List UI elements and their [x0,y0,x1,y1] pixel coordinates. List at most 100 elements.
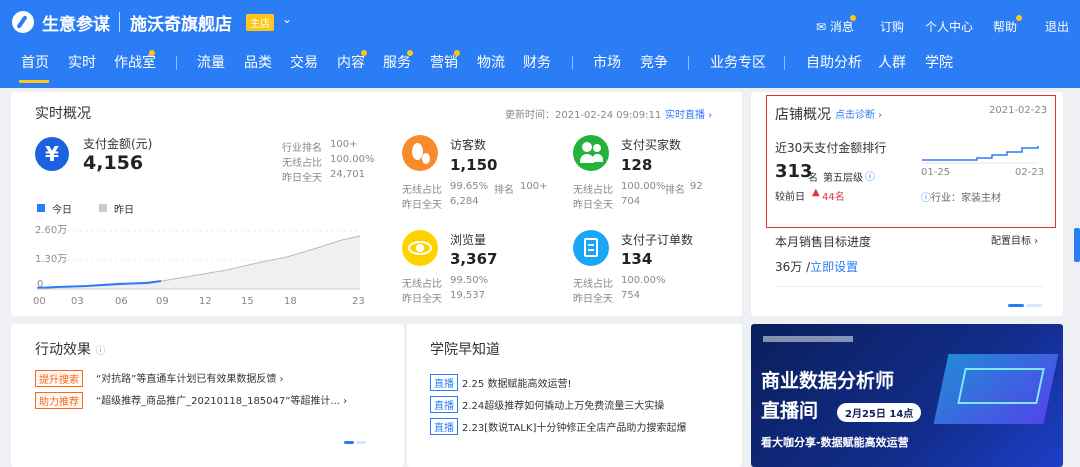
x-tick: 23 [352,296,365,307]
yuan-icon: ¥ [35,137,69,171]
active-tab-indicator [19,80,49,83]
config-target-link[interactable]: 配置目标 › [991,232,1038,247]
action-tag: 助力推荐 [35,392,83,409]
carousel-dot[interactable] [356,441,366,444]
action-tag: 提升搜索 [35,370,83,387]
yesterday-area [37,236,360,289]
x-tick: 06 [115,296,128,307]
industry-rank-label: 行业排名 [282,143,322,154]
x-tick: 09 [156,296,169,307]
academy-item[interactable]: 2.23[数说TALK]十分钟修正全店产品助力搜索起爆 [462,419,686,434]
nav-academy[interactable]: 学院 [925,52,953,72]
nav-finance[interactable]: 财务 [523,52,551,72]
yesterday-label: 昨日全天 [402,200,442,211]
wireless-value: 99.50% [450,275,489,286]
live-link[interactable]: 实时直播 › [665,106,712,121]
divider [775,286,1043,287]
chart-end: 02-23 [1015,167,1045,178]
nav-divider [784,56,785,70]
realtime-title: 实时概况 [35,106,91,122]
nav-trade[interactable]: 交易 [290,52,318,72]
x-tick: 00 [33,296,46,307]
banner-footer: 看大咖分享-数据赋能高效运营 [761,436,909,449]
pay-amount-label: 支付金额(元) [83,137,153,151]
nav-category[interactable]: 品类 [244,52,272,72]
compare-value: 44名 [822,192,845,203]
metric-label: 支付买家数 [621,138,682,152]
user-center-link[interactable]: 个人中心 [925,18,973,35]
metric-label: 浏览量 [450,233,487,247]
compare-label: 较前日 [775,192,805,203]
banner-subheadline: 直播间 [761,400,819,422]
pay-amount-value: 4,156 [83,152,144,174]
x-tick: 18 [284,296,297,307]
nav-market[interactable]: 市场 [593,52,621,72]
academy-item[interactable]: 2.24超级推荐如何撬动上万免费流量三大实操 [462,397,664,412]
nav-self-analysis[interactable]: 自助分析 [806,52,862,72]
rank-label: 排名 [665,185,685,196]
legend-today-swatch [37,204,45,212]
banner-headline: 商业数据分析师 [761,370,895,392]
action-item-text: “对抗路”等直通车计划已有效果数据反馈 [96,374,277,385]
help-icon[interactable]: ⓘ [95,346,105,357]
rank-value: 313 [775,161,813,182]
metric-value: 1,150 [450,156,498,174]
live-tag: 直播 [430,374,458,391]
carousel-dot-active[interactable] [1008,304,1024,307]
notification-dot [361,50,367,56]
yesterday-label: 昨日全天 [402,294,442,305]
notification-dot [149,50,155,56]
yesterday-label: 昨日全天 [573,294,613,305]
order-link[interactable]: 订购 [880,18,904,35]
promo-banner[interactable]: 商业数据分析师 直播间 2月25日 14点 看大咖分享-数据赋能高效运营 [751,324,1063,467]
nav-logistics[interactable]: 物流 [477,52,505,72]
carousel-dot-active[interactable] [344,441,354,444]
wireless-value: 100.00% [621,275,666,286]
shop-name[interactable]: 施沃奇旗舰店 [130,10,232,35]
nav-crowd[interactable]: 人群 [878,52,906,72]
notification-dot [1016,15,1022,21]
metric-label: 支付子订单数 [621,233,694,247]
action-item[interactable]: “超级推荐_商品推广_20210118_185047”等超推计... › [96,392,347,407]
set-target-link[interactable]: 立即设置 [810,260,858,274]
x-tick: 15 [241,296,254,307]
logout-link[interactable]: 退出 [1045,18,1069,35]
target-title: 本月销售目标进度 [775,235,872,249]
action-item-text: “超级推荐_商品推广_20210118_185047”等超推计... [96,396,340,407]
academy-item[interactable]: 2.25 数据赋能高效运营! [462,375,571,390]
nav-traffic[interactable]: 流量 [197,52,225,72]
rank-unit: 名 [808,173,818,184]
nav-business-zone[interactable]: 业务专区 [710,52,766,72]
metric-value: 134 [621,250,653,268]
help-link[interactable]: 帮助 [993,18,1017,35]
live-tag: 直播 [430,418,458,435]
chart-start: 01-25 [921,167,951,178]
footprint-icon [402,135,438,171]
nav-home[interactable]: 首页 [21,52,49,72]
message-link[interactable]: ✉ 消息 [816,18,854,35]
nav-realtime[interactable]: 实时 [68,52,96,72]
academy-title: 学院早知道 [430,342,500,358]
legend-today-label: 今日 [52,205,72,216]
chevron-down-icon[interactable]: ⌄ [282,12,292,26]
eye-icon [402,230,438,266]
yesterday-value: 704 [621,196,641,207]
action-item[interactable]: “对抗路”等直通车计划已有效果数据反馈 › [96,370,284,385]
buyers-icon [573,135,609,171]
pay-trend-chart [37,230,361,290]
rank-trend-chart [922,146,1039,164]
yesterday-value: 19,537 [450,290,485,301]
compass-logo-icon[interactable] [12,11,34,33]
diagnose-link[interactable]: 点击诊断 › [835,106,882,121]
update-time: 更新时间：2021-02-24 09:09:11 [505,110,662,121]
industry: ⓘ行业：家装主材 [921,193,1001,204]
nav-competition[interactable]: 竞争 [640,52,668,72]
metric-value: 128 [621,156,653,174]
rank-value: 100+ [520,181,548,192]
rank-value: 92 [690,181,703,192]
carousel-dot[interactable] [1026,304,1042,307]
scrollbar-thumb[interactable] [1074,228,1080,262]
brand-title[interactable]: 生意参谋 [42,10,110,35]
info-icon[interactable]: ⓘ [865,168,875,183]
shop-overview-title: 店铺概况 [775,107,831,123]
